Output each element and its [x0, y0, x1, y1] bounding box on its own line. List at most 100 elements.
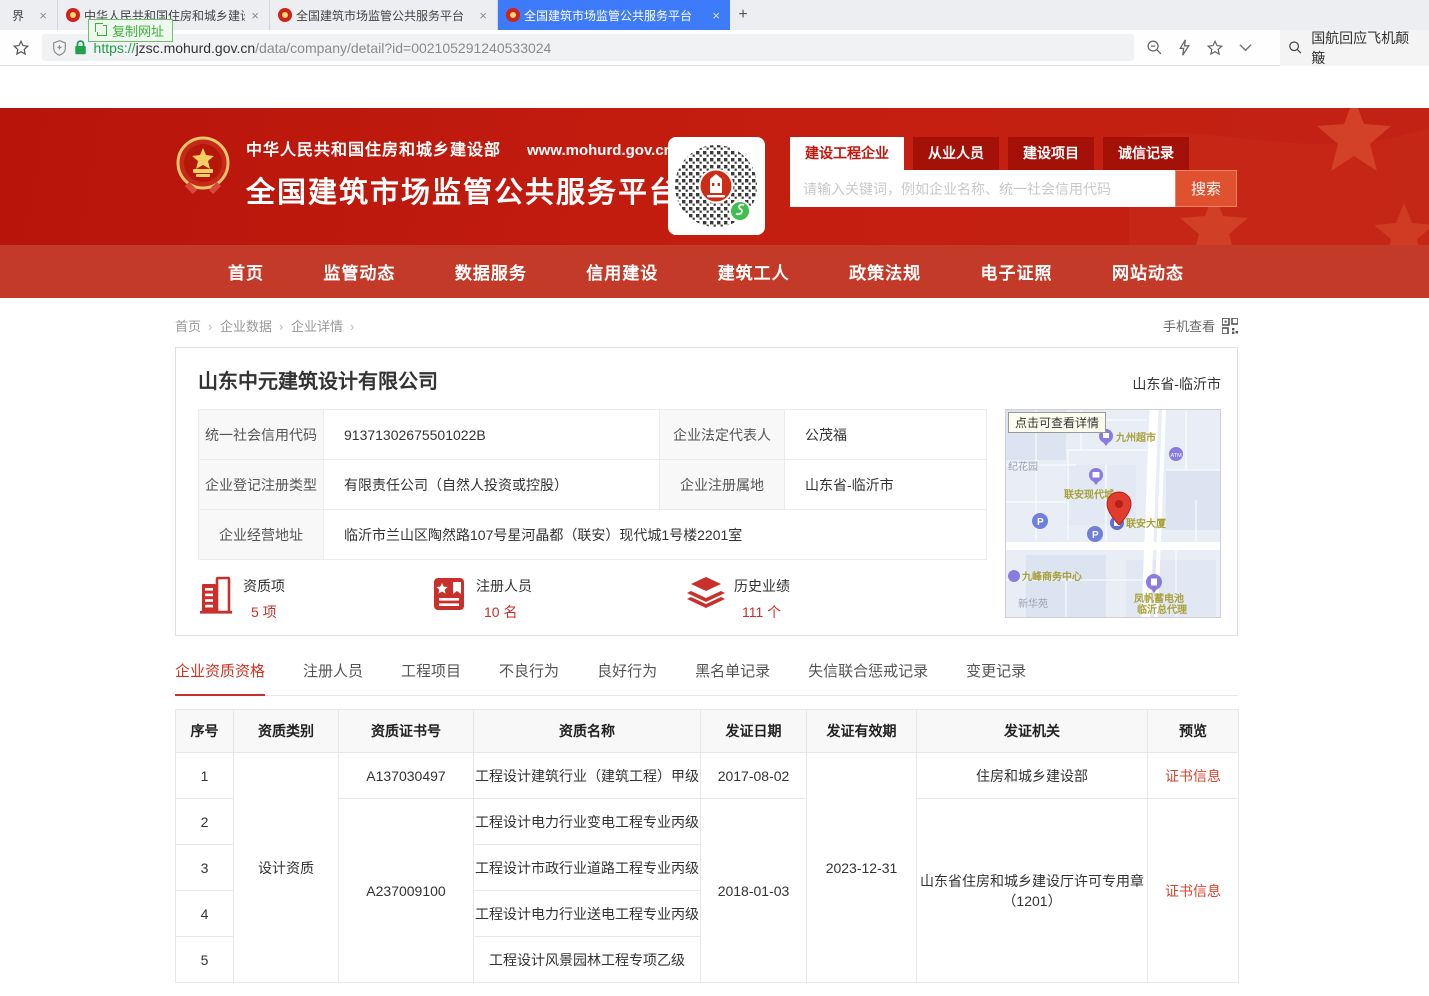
main-navigation: 首页 监管动态 数据服务 信用建设 建筑工人 政策法规 电子证照 网站动态 — [0, 245, 1429, 298]
browser-search-box[interactable]: 国航回应飞机颠簸 — [1280, 30, 1429, 66]
search-icon — [1288, 40, 1303, 55]
business-address-value: 临沂市兰山区陶然路107号星河晶都（联安）现代城1号楼2201室 — [324, 510, 987, 560]
tab-bar: 界 × 中华人民共和国住房和城乡建设 × 全国建筑市场监管公共服务平台 × 全国… — [0, 0, 1429, 30]
mohurd-favicon-icon — [278, 8, 292, 22]
map-label-modern-city: 联安现代城 — [1064, 488, 1114, 501]
close-icon[interactable]: × — [249, 8, 261, 23]
browser-tab-active[interactable]: 全国建筑市场监管公共服务平台 × — [498, 0, 730, 30]
wechat-qrcode — [668, 137, 765, 235]
qr-code-icon — [1222, 318, 1238, 334]
search-tab-credit[interactable]: 诚信记录 — [1103, 137, 1189, 170]
layers-icon — [687, 576, 725, 612]
map-label-xinhuayuan: 新华苑 — [1018, 597, 1048, 610]
map-label-atm: ATM — [1171, 453, 1183, 459]
table-header-row: 序号 资质类别 资质证书号 资质名称 发证日期 发证有效期 发证机关 预览 — [176, 710, 1239, 753]
nav-credit-building[interactable]: 信用建设 — [586, 259, 658, 284]
tab-good-behavior[interactable]: 良好行为 — [597, 660, 657, 695]
company-name: 山东中元建筑设计有限公司 — [198, 365, 438, 394]
map-label-biz-center: 九峰商务中心 — [1021, 570, 1082, 583]
map-label-garden: 纪花园 — [1008, 460, 1038, 473]
search-tab-project[interactable]: 建设项目 — [1008, 137, 1094, 170]
site-title: 全国建筑市场监管公共服务平台 — [246, 169, 680, 211]
tab-projects[interactable]: 工程项目 — [401, 660, 461, 695]
tab-change-records[interactable]: 变更记录 — [966, 660, 1026, 695]
tab-title: 全国建筑市场监管公共服务平台 — [524, 7, 706, 24]
tab-dishonesty-records[interactable]: 失信联合惩戒记录 — [808, 660, 928, 695]
stat-qualifications[interactable]: 资质项 5 项 — [198, 576, 285, 622]
copy-icon — [97, 25, 107, 36]
chevron-down-icon[interactable] — [1239, 43, 1252, 52]
nav-construction-workers[interactable]: 建筑工人 — [718, 259, 790, 284]
keyword-input[interactable] — [790, 170, 1175, 207]
qualification-table: 序号 资质类别 资质证书号 资质名称 发证日期 发证有效期 发证机关 预览 1 … — [175, 709, 1239, 983]
registry-book-icon — [431, 576, 467, 612]
map-label-battery2: 临沂总代理 — [1137, 603, 1187, 616]
certificate-info-link[interactable]: 证书信息 — [1165, 768, 1221, 784]
search-tab-personnel[interactable]: 从业人员 — [913, 137, 999, 170]
detail-tabs: 企业资质资格 注册人员 工程项目 不良行为 良好行为 黑名单记录 失信联合惩戒记… — [175, 660, 1238, 696]
nav-data-services[interactable]: 数据服务 — [455, 259, 527, 284]
field-label: 统一社会信用代码 — [199, 410, 324, 460]
map-widget[interactable]: 点击可查看详情 纪花园 新华苑 九州超市 ATM 联安现代城 — [1005, 409, 1221, 618]
legal-person-value: 公茂福 — [785, 410, 987, 460]
ministry-name: 中华人民共和国住房和城乡建设部 — [246, 142, 501, 159]
breadcrumb-company-detail: 企业详情 — [291, 319, 354, 334]
lightning-icon[interactable] — [1178, 39, 1191, 56]
search-button[interactable]: 搜索 — [1175, 170, 1237, 207]
table-row: 1 设计资质 A137030497 工程设计建筑行业（建筑工程）甲级 2017-… — [176, 753, 1239, 799]
lock-icon — [74, 40, 87, 55]
nav-home[interactable]: 首页 — [228, 259, 264, 284]
close-icon[interactable]: × — [37, 8, 49, 23]
breadcrumb: 首页 企业数据 企业详情 — [175, 316, 358, 335]
nav-policies[interactable]: 政策法规 — [849, 259, 921, 284]
mobile-view-link[interactable]: 手机查看 — [1163, 316, 1238, 335]
tab-qualifications[interactable]: 企业资质资格 — [175, 660, 265, 696]
stat-registered-personnel[interactable]: 注册人员 10 名 — [431, 576, 532, 622]
quick-search-text: 国航回应飞机颠簸 — [1311, 28, 1421, 68]
zoom-out-icon[interactable] — [1146, 39, 1163, 56]
header-search-panel: 建设工程企业 从业人员 建设项目 诚信记录 搜索 — [790, 137, 1237, 207]
registered-region-value: 山东省-临沂市 — [785, 460, 987, 510]
new-tab-button[interactable]: + — [730, 0, 756, 30]
company-info-table: 统一社会信用代码 91371302675501022B 企业法定代表人 公茂福 … — [198, 409, 987, 560]
mohurd-favicon-icon — [66, 8, 80, 22]
copy-url-tooltip: 复制网址 — [88, 19, 173, 42]
nav-e-certificates[interactable]: 电子证照 — [981, 259, 1053, 284]
browser-tab-1[interactable]: 界 × — [0, 0, 58, 30]
breadcrumb-home[interactable]: 首页 — [175, 319, 212, 334]
company-summary-card: 山东中元建筑设计有限公司 山东省-临沂市 统一社会信用代码 9137130267… — [175, 347, 1238, 636]
map-tooltip: 点击可查看详情 — [1008, 412, 1106, 433]
field-label: 企业经营地址 — [199, 510, 324, 560]
nav-site-news[interactable]: 网站动态 — [1112, 259, 1184, 284]
company-region: 山东省-临沂市 — [1132, 374, 1221, 394]
tab-bad-behavior[interactable]: 不良行为 — [499, 660, 559, 695]
bookmark-star-icon[interactable] — [0, 39, 42, 57]
nav-supervision-news[interactable]: 监管动态 — [323, 259, 395, 284]
certificate-info-link[interactable]: 证书信息 — [1165, 883, 1221, 899]
ministry-url: www.mohurd.gov.cn — [527, 142, 673, 159]
browser-toolbar: https://jzsc.mohurd.gov.cn/data/company/… — [0, 30, 1429, 66]
validity-date: 2023-12-31 — [807, 753, 917, 983]
tab-title: 界 — [12, 7, 33, 24]
stat-historical-projects[interactable]: 历史业绩 111 个 — [687, 576, 790, 622]
shield-icon — [52, 40, 67, 56]
tab-title: 全国建筑市场监管公共服务平台 — [296, 7, 473, 24]
browser-tab-3[interactable]: 全国建筑市场监管公共服务平台 × — [270, 0, 498, 30]
favorite-star-icon[interactable] — [1206, 39, 1224, 57]
close-icon[interactable]: × — [710, 8, 722, 23]
mohurd-favicon-icon — [506, 8, 520, 22]
map-label-lianan-tower: 联安大厦 — [1126, 517, 1167, 530]
field-label: 企业登记注册类型 — [199, 460, 324, 510]
search-tab-enterprise[interactable]: 建设工程企业 — [790, 137, 904, 170]
tab-blacklist[interactable]: 黑名单记录 — [695, 660, 770, 695]
parking-icon: P — [1092, 530, 1099, 541]
tab-registered-personnel[interactable]: 注册人员 — [303, 660, 363, 695]
qualification-category: 设计资质 — [234, 753, 339, 983]
field-label: 企业法定代表人 — [660, 410, 785, 460]
site-logo[interactable]: 中华人民共和国住房和城乡建设部 www.mohurd.gov.cn 全国建筑市场监… — [175, 136, 680, 211]
issuing-authority: 山东省住房和城乡建设厅许可专用章 （1201） — [917, 799, 1148, 983]
breadcrumb-company-data[interactable]: 企业数据 — [220, 319, 283, 334]
close-icon[interactable]: × — [477, 8, 489, 23]
address-bar[interactable]: https://jzsc.mohurd.gov.cn/data/company/… — [42, 34, 1135, 61]
browser-chrome: 界 × 中华人民共和国住房和城乡建设 × 全国建筑市场监管公共服务平台 × 全国… — [0, 0, 1429, 66]
